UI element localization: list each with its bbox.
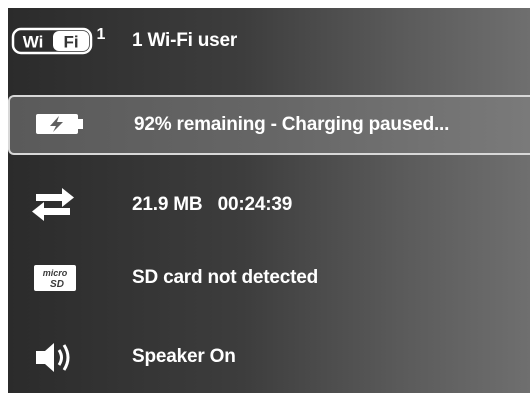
speaker-icon: [8, 329, 120, 385]
data-usage-row[interactable]: 21.9 MB 00:24:39: [8, 177, 530, 233]
sd-card-row[interactable]: micro SD SD card not detected: [8, 250, 530, 306]
microsd-icon-text-top: micro: [43, 268, 68, 278]
speaker-row[interactable]: Speaker On: [8, 329, 530, 385]
wifi-icon: Wi Fi 1: [8, 13, 120, 69]
battery-charging-icon: [10, 95, 122, 151]
battery-status-label: 92% remaining - Charging paused...: [134, 114, 450, 135]
wifi-user-count: 1: [97, 26, 106, 43]
microsd-card-icon: micro SD: [8, 250, 120, 306]
speaker-label: Speaker On: [132, 346, 236, 367]
wifi-users-row[interactable]: Wi Fi 1 1 Wi-Fi user: [8, 13, 530, 69]
status-screen: Wi Fi 1 1 Wi-Fi user 92% remaining - Cha…: [8, 8, 530, 393]
microsd-icon-text-bottom: SD: [50, 279, 64, 290]
wifi-badge-left: Wi: [23, 33, 44, 52]
data-transfer-icon: [8, 177, 120, 233]
sd-card-label: SD card not detected: [132, 267, 319, 288]
battery-status-row[interactable]: 92% remaining - Charging paused...: [8, 95, 530, 155]
data-usage-label: 21.9 MB 00:24:39: [132, 194, 293, 215]
wifi-badge-right: Fi: [63, 33, 78, 52]
wifi-users-label: 1 Wi-Fi user: [132, 30, 238, 51]
